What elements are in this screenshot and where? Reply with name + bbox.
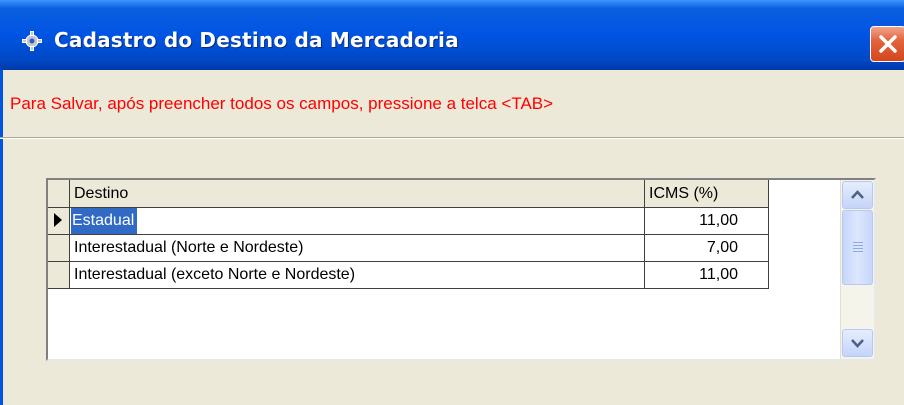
table-row-destino[interactable]: Interestadual (exceto Norte e Nordeste) (70, 262, 645, 289)
scroll-grip (853, 245, 863, 246)
separator (0, 137, 904, 139)
table-row-icms[interactable]: 11,00 (645, 262, 769, 289)
header-indicator-cell (48, 180, 70, 208)
table-row-icms[interactable]: 11,00 (645, 208, 769, 235)
window-border (0, 70, 3, 405)
chevron-down-icon (851, 339, 864, 348)
scroll-grip (853, 251, 863, 252)
scroll-grip (853, 248, 863, 249)
window-title: Cadastro do Destino da Mercadoria (54, 28, 459, 52)
close-button[interactable] (870, 26, 904, 62)
column-header-icms[interactable]: ICMS (%) (645, 180, 769, 208)
scroll-grip (853, 242, 863, 243)
instruction-message: Para Salvar, após preencher todos os cam… (10, 94, 554, 113)
table-row-destino[interactable]: Estadual (70, 208, 645, 235)
scroll-down-button[interactable] (842, 329, 873, 357)
close-icon (879, 35, 897, 53)
grid-body: Destino ICMS (%) Estadual 11,00 Interest… (48, 180, 840, 359)
table-row-destino[interactable]: Interestadual (Norte e Nordeste) (70, 235, 645, 262)
row-indicator[interactable] (48, 235, 70, 262)
gear-icon (22, 31, 42, 51)
chevron-up-icon (851, 190, 864, 199)
destino-cell-text: Estadual (71, 208, 138, 234)
destino-grid[interactable]: Destino ICMS (%) Estadual 11,00 Interest… (46, 178, 876, 361)
scroll-up-button[interactable] (842, 181, 873, 209)
row-indicator[interactable] (48, 208, 70, 235)
row-indicator[interactable] (48, 262, 70, 289)
current-row-arrow-icon (54, 213, 62, 227)
vertical-scrollbar[interactable] (840, 180, 874, 359)
title-bar[interactable]: Cadastro do Destino da Mercadoria (0, 0, 904, 70)
table-row-icms[interactable]: 7,00 (645, 235, 769, 262)
column-header-destino[interactable]: Destino (70, 180, 645, 208)
scroll-thumb[interactable] (842, 210, 873, 285)
